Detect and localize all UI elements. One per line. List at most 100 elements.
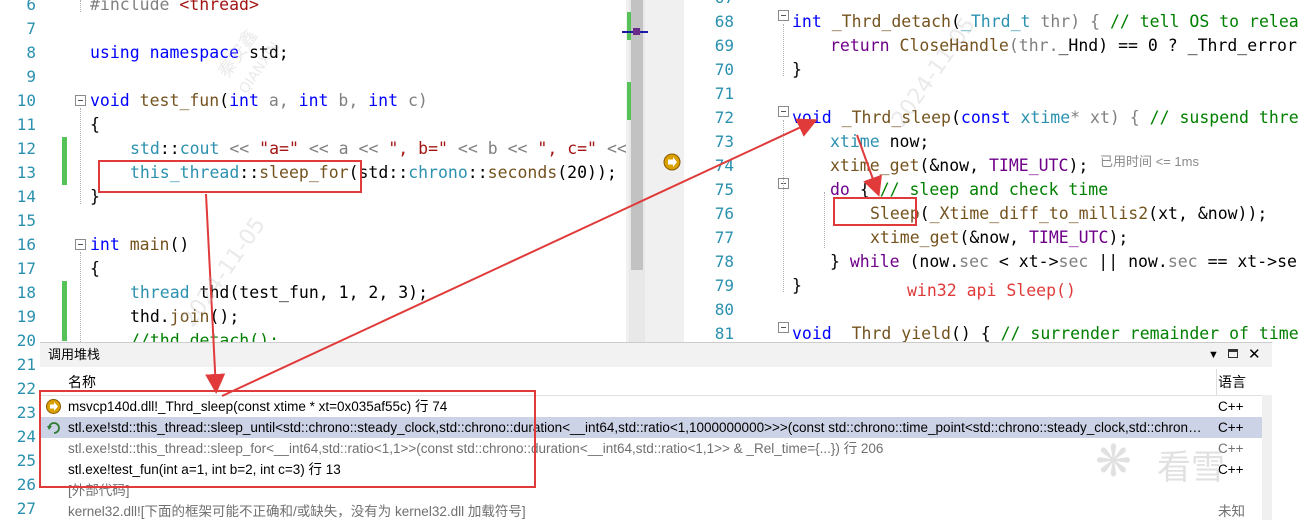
line-number[interactable]: 76 <box>698 202 734 226</box>
code-token: _Thrd_yield <box>841 324 951 343</box>
line-number[interactable]: 72 <box>698 106 734 130</box>
line-number[interactable]: 68 <box>698 10 734 34</box>
code-text: xtime_get(&now, TIME_UTC); <box>830 154 1088 178</box>
line-number[interactable]: 14 <box>0 185 36 209</box>
code-line[interactable]: 78} while (now.sec < xt->sec || now.sec … <box>684 250 1298 274</box>
code-line[interactable]: 70} <box>684 58 1298 82</box>
code-line[interactable]: 74 xtime_get(&now, TIME_UTC); <box>684 154 1298 178</box>
line-number[interactable]: 69 <box>698 34 734 58</box>
changed-lines-indicator <box>62 281 67 341</box>
line-number[interactable]: 25 <box>0 449 36 473</box>
maximize-icon[interactable] <box>1228 349 1238 358</box>
code-line[interactable]: 73 xtime now; <box>684 130 1298 154</box>
code-line[interactable]: 16 int main() <box>0 233 626 257</box>
line-number[interactable]: 20 <box>0 329 36 353</box>
column-header-language[interactable]: 语言 <box>1218 369 1246 395</box>
line-number[interactable]: 23 <box>0 401 36 425</box>
line-number[interactable]: 27 <box>0 497 36 519</box>
code-line[interactable]: 18 thread thd(test_fun, 1, 2, 3); <box>0 281 626 305</box>
line-number[interactable]: 24 <box>0 425 36 449</box>
line-number[interactable]: 74 <box>698 154 734 178</box>
line-number[interactable]: 26 <box>0 473 36 497</box>
code-token: * xt) { <box>1070 108 1150 127</box>
code-text: { <box>90 257 100 281</box>
code-token: ( <box>950 108 961 127</box>
line-number[interactable]: 15 <box>0 209 36 233</box>
code-line[interactable]: 15 <box>0 209 626 233</box>
line-number[interactable]: 9 <box>0 65 36 89</box>
fold-toggle[interactable] <box>75 95 86 106</box>
dropdown-icon[interactable]: ▼ <box>1208 343 1219 367</box>
code-text: std::cout << "a=" << a << ", b=" << b <<… <box>130 137 626 161</box>
code-line[interactable]: 72 void _Thrd_sleep(const xtime* xt) { //… <box>684 106 1298 130</box>
line-number[interactable]: 75 <box>698 178 734 202</box>
code-text: xtime now; <box>830 130 929 154</box>
code-line[interactable]: 6 #include <thread> <box>0 0 626 17</box>
code-token: seconds <box>487 163 558 182</box>
code-line[interactable]: 11 { <box>0 113 626 137</box>
line-number[interactable]: 80 <box>698 298 734 322</box>
code-line[interactable]: 9 <box>0 65 626 89</box>
line-number[interactable]: 18 <box>0 281 36 305</box>
code-line[interactable]: 10 void test_fun(int a, int b, int c) <box>0 89 626 113</box>
line-number[interactable]: 73 <box>698 130 734 154</box>
line-number[interactable]: 6 <box>0 0 36 17</box>
line-number[interactable]: 70 <box>698 58 734 82</box>
code-token: (test_fun, 1, 2, 3); <box>229 283 429 302</box>
fold-toggle[interactable] <box>778 106 789 117</box>
line-number[interactable]: 13 <box>0 161 36 185</box>
line-number[interactable]: 71 <box>698 82 734 106</box>
code-token: a, <box>268 91 299 110</box>
line-number[interactable]: 7 <box>0 17 36 41</box>
code-text: using namespace std; <box>90 41 289 65</box>
line-number[interactable]: 19 <box>0 305 36 329</box>
line-number[interactable]: 79 <box>698 274 734 298</box>
code-line[interactable]: 68 int _Thrd_detach(_Thrd_t thr) { // tel… <box>684 10 1298 34</box>
line-number[interactable]: 22 <box>0 377 36 401</box>
code-line[interactable]: 12 std::cout << "a=" << a << ", b=" << b … <box>0 137 626 161</box>
code-line[interactable]: 69 return CloseHandle(thr._Hnd) == 0 ? _T… <box>684 34 1298 58</box>
code-text: return CloseHandle(thr._Hnd) == 0 ? _Thr… <box>830 34 1297 58</box>
code-token: () <box>169 235 190 254</box>
code-token: (&now, <box>919 156 989 175</box>
fold-toggle[interactable] <box>75 239 86 250</box>
frame-language: C++ <box>1218 399 1244 414</box>
close-icon[interactable]: ✕ <box>1248 343 1261 367</box>
code-line[interactable]: 76 Sleep(_Xtime_diff_to_millis2(xt, &now)… <box>684 202 1298 226</box>
fold-toggle[interactable] <box>778 322 789 333</box>
line-number[interactable]: 78 <box>698 250 734 274</box>
line-number[interactable]: 8 <box>0 41 36 65</box>
line-number[interactable]: 16 <box>0 233 36 257</box>
code-line[interactable]: 75 do { // sleep and check time <box>684 178 1298 202</box>
code-line[interactable]: 67 <box>684 0 1298 10</box>
code-text: thread thd(test_fun, 1, 2, 3); <box>130 281 428 305</box>
code-token: const <box>960 108 1021 127</box>
code-line[interactable]: 7 <box>0 17 626 41</box>
line-number[interactable]: 17 <box>0 257 36 281</box>
line-number[interactable]: 12 <box>0 137 36 161</box>
column-divider[interactable] <box>1216 369 1217 395</box>
code-text: Sleep(_Xtime_diff_to_millis2(xt, &now)); <box>870 202 1267 226</box>
code-text: thd.join(); <box>130 305 239 329</box>
code-line[interactable]: 17 { <box>0 257 626 281</box>
left-scrollbar-thumb[interactable] <box>631 0 643 270</box>
change-marker <box>627 82 631 120</box>
line-number[interactable]: 67 <box>698 0 734 10</box>
code-token: ); <box>1108 228 1129 247</box>
code-text: int main() <box>90 233 189 257</box>
code-line[interactable]: 19 thd.join(); <box>0 305 626 329</box>
code-token: CloseHandle <box>899 36 1009 55</box>
indent-guide <box>783 120 784 292</box>
code-token: b <box>487 139 508 158</box>
code-token: _Hnd) == 0 ? <box>1058 36 1188 55</box>
fold-toggle[interactable] <box>778 10 789 21</box>
line-number[interactable]: 11 <box>0 113 36 137</box>
code-line[interactable]: 71 <box>684 82 1298 106</box>
line-number[interactable]: 77 <box>698 226 734 250</box>
line-number[interactable]: 10 <box>0 89 36 113</box>
code-line[interactable]: 8 using namespace std; <box>0 41 626 65</box>
code-token: || now. <box>1098 252 1168 271</box>
code-token: thr) { <box>1040 12 1110 31</box>
line-number[interactable]: 21 <box>0 353 36 377</box>
code-line[interactable]: 77 xtime_get(&now, TIME_UTC); <box>684 226 1298 250</box>
